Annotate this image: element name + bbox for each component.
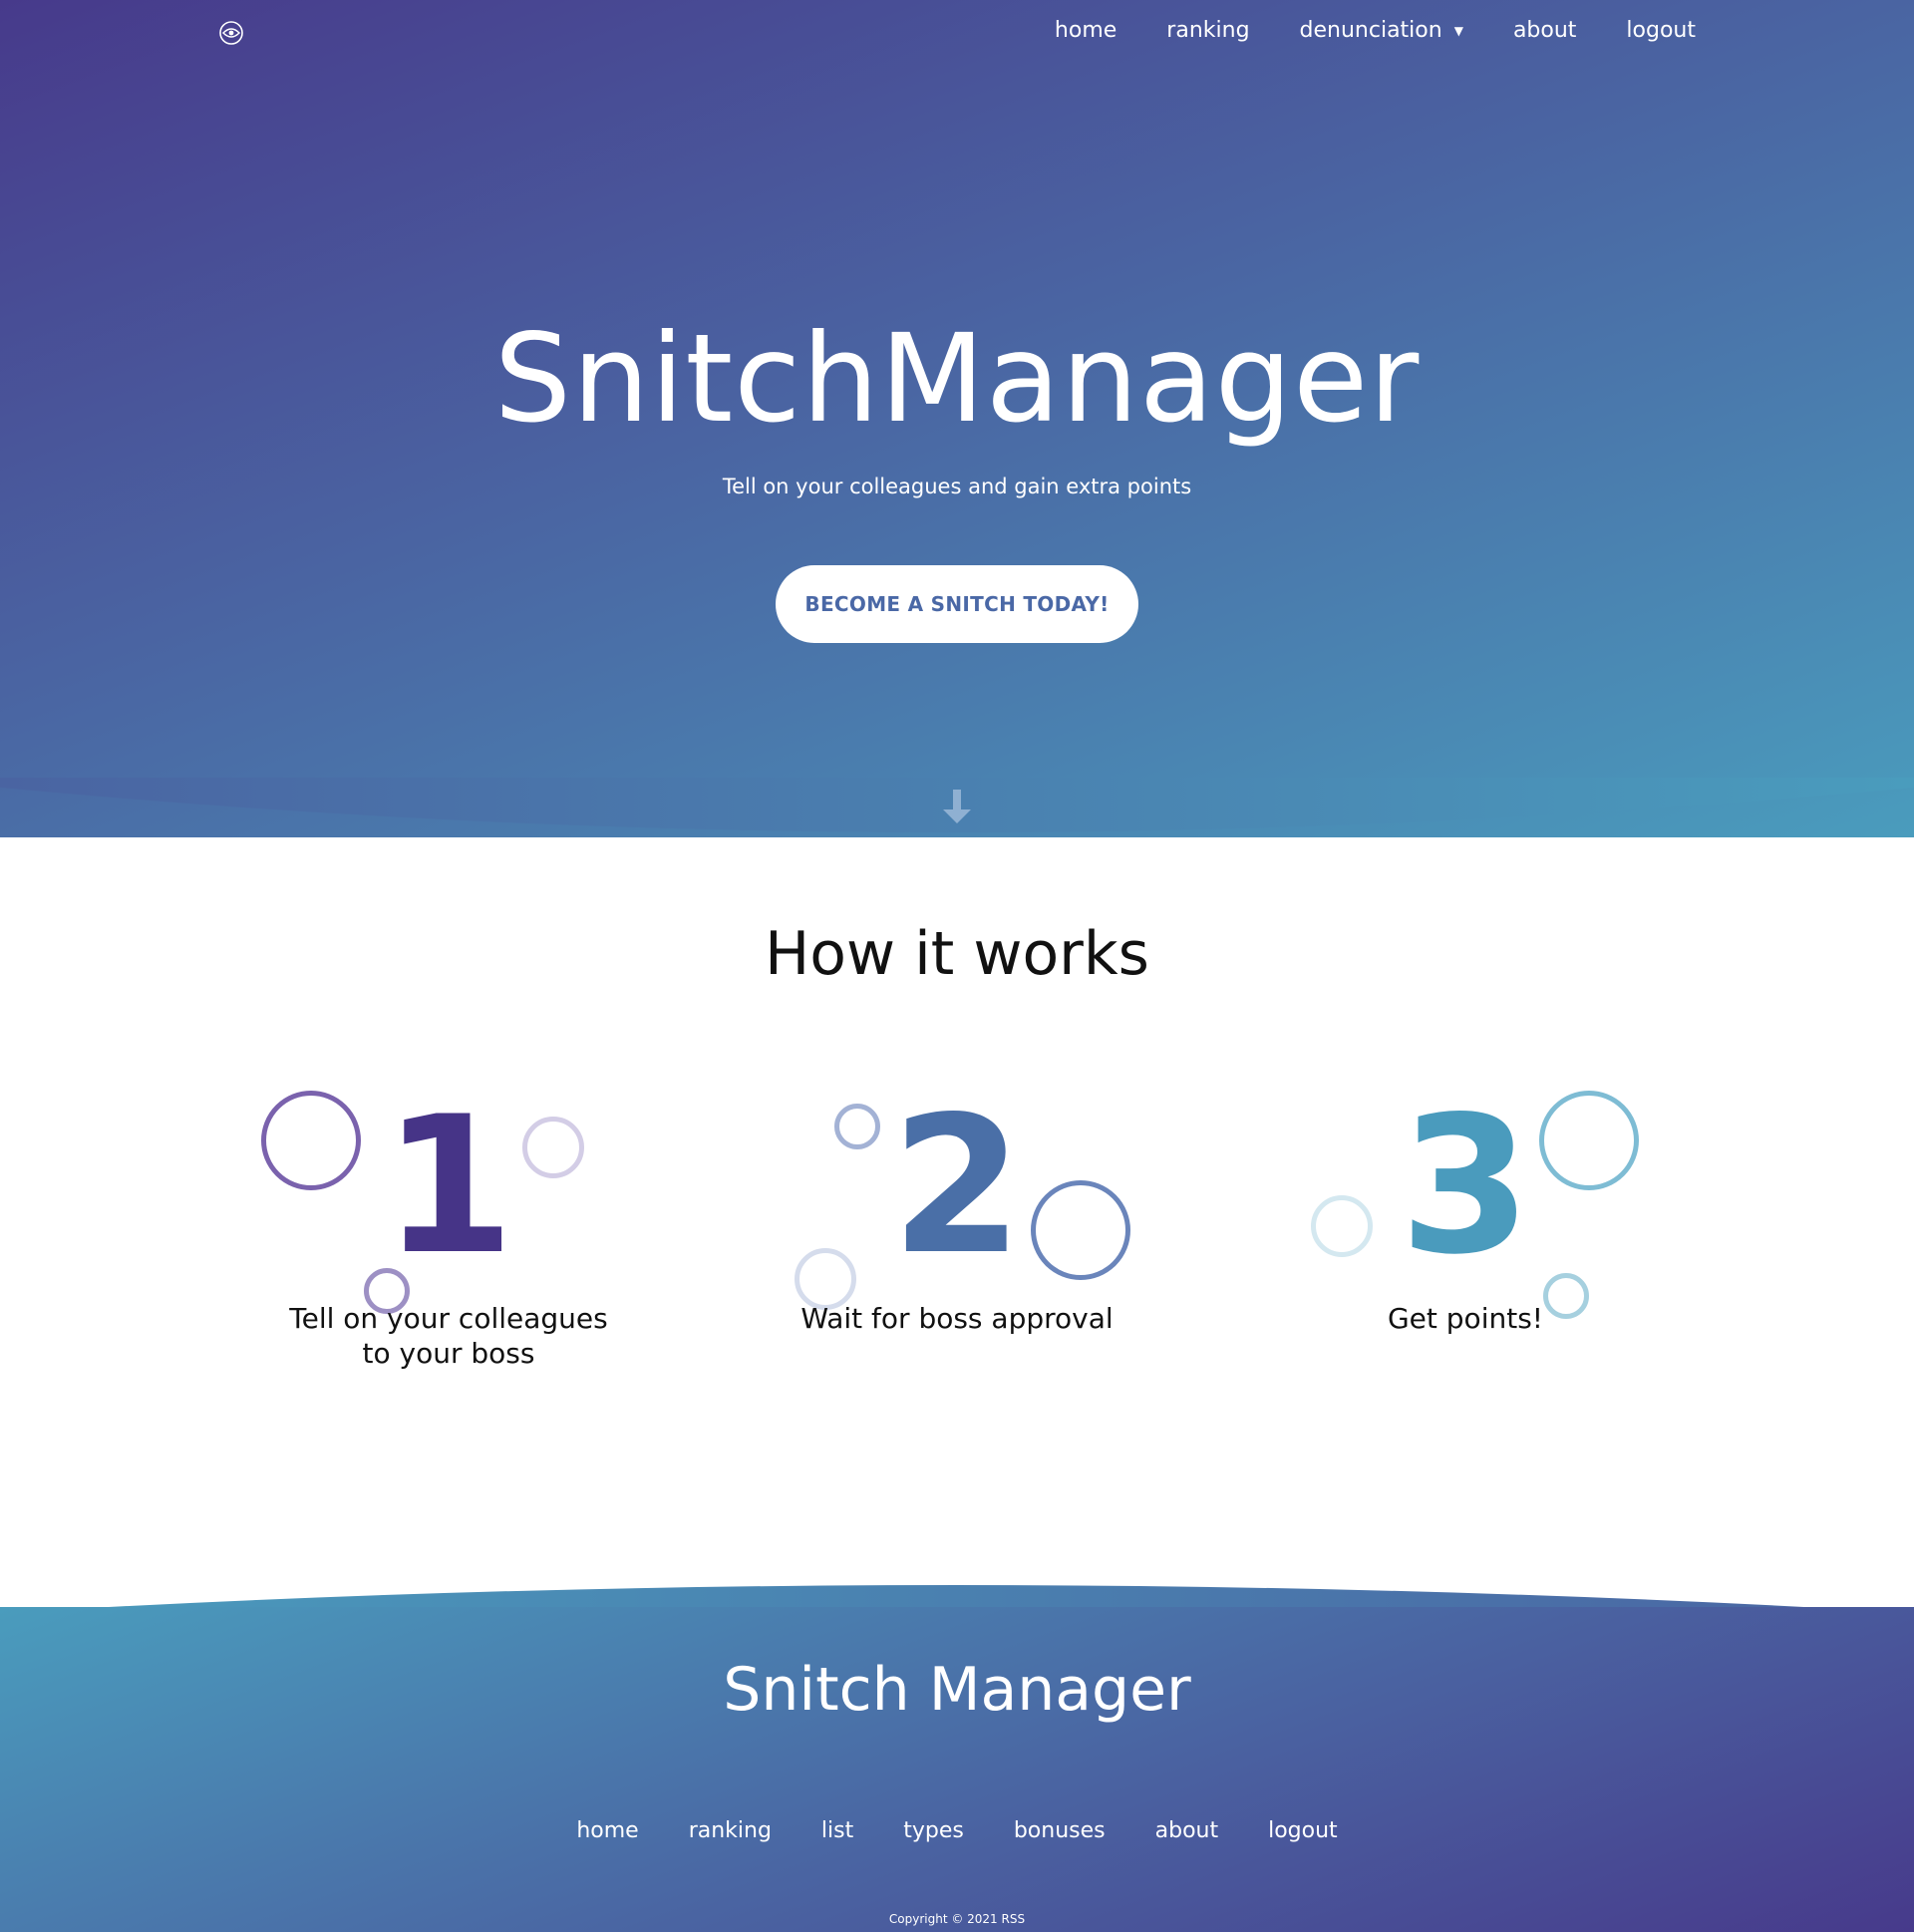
nav-home[interactable]: home — [1055, 18, 1116, 43]
footer-nav: home ranking list types bonuses about lo… — [0, 1818, 1914, 1843]
nav-ranking[interactable]: ranking — [1166, 18, 1249, 43]
step-2: 2 Wait for boss approval — [718, 1077, 1196, 1396]
step-number: 1 — [382, 1076, 515, 1296]
footer-nav-types[interactable]: types — [903, 1818, 964, 1843]
step-1: 1 Tell on your colleagues to your boss — [209, 1077, 688, 1396]
step-description-line: Get points! — [1387, 1302, 1544, 1335]
hero-title: SnitchManager — [493, 308, 1421, 450]
caret-down-icon: ▼ — [1453, 23, 1463, 38]
step-description: Tell on your colleagues to your boss — [209, 1301, 688, 1371]
nav-denunciation-dropdown[interactable]: denunciation ▼ — [1300, 18, 1463, 43]
step-description-line: to your boss — [362, 1337, 535, 1370]
arrow-down-icon[interactable] — [941, 790, 973, 825]
footer-nav-bonuses[interactable]: bonuses — [1014, 1818, 1106, 1843]
step-number: 2 — [890, 1076, 1024, 1296]
hero-subtitle: Tell on your colleagues and gain extra p… — [722, 475, 1192, 498]
step-description: Wait for boss approval — [718, 1301, 1196, 1336]
footer-nav-ranking[interactable]: ranking — [689, 1818, 772, 1843]
step-description-line: Wait for boss approval — [800, 1302, 1114, 1335]
step-number: 3 — [1399, 1076, 1532, 1296]
top-nav: home ranking denunciation ▼ about logout — [1055, 18, 1696, 43]
footer-nav-about[interactable]: about — [1155, 1818, 1218, 1843]
nav-about[interactable]: about — [1513, 18, 1576, 43]
nav-logout[interactable]: logout — [1626, 18, 1696, 43]
footer-nav-home[interactable]: home — [576, 1818, 638, 1843]
copyright-text: Copyright © 2021 RSS — [888, 1912, 1026, 1926]
nav-denunciation-label: denunciation — [1299, 18, 1442, 43]
step-3: 3 Get points! — [1226, 1077, 1705, 1396]
footer-nav-logout[interactable]: logout — [1268, 1818, 1338, 1843]
eye-icon[interactable] — [217, 20, 245, 46]
footer-nav-list[interactable]: list — [821, 1818, 853, 1843]
step-description: Get points! — [1226, 1301, 1705, 1336]
footer-title: Snitch Manager — [723, 1655, 1191, 1725]
step-description-line: Tell on your colleagues — [289, 1302, 608, 1335]
become-snitch-button[interactable]: BECOME A SNITCH TODAY! — [776, 565, 1138, 643]
how-it-works-title: How it works — [765, 919, 1149, 989]
